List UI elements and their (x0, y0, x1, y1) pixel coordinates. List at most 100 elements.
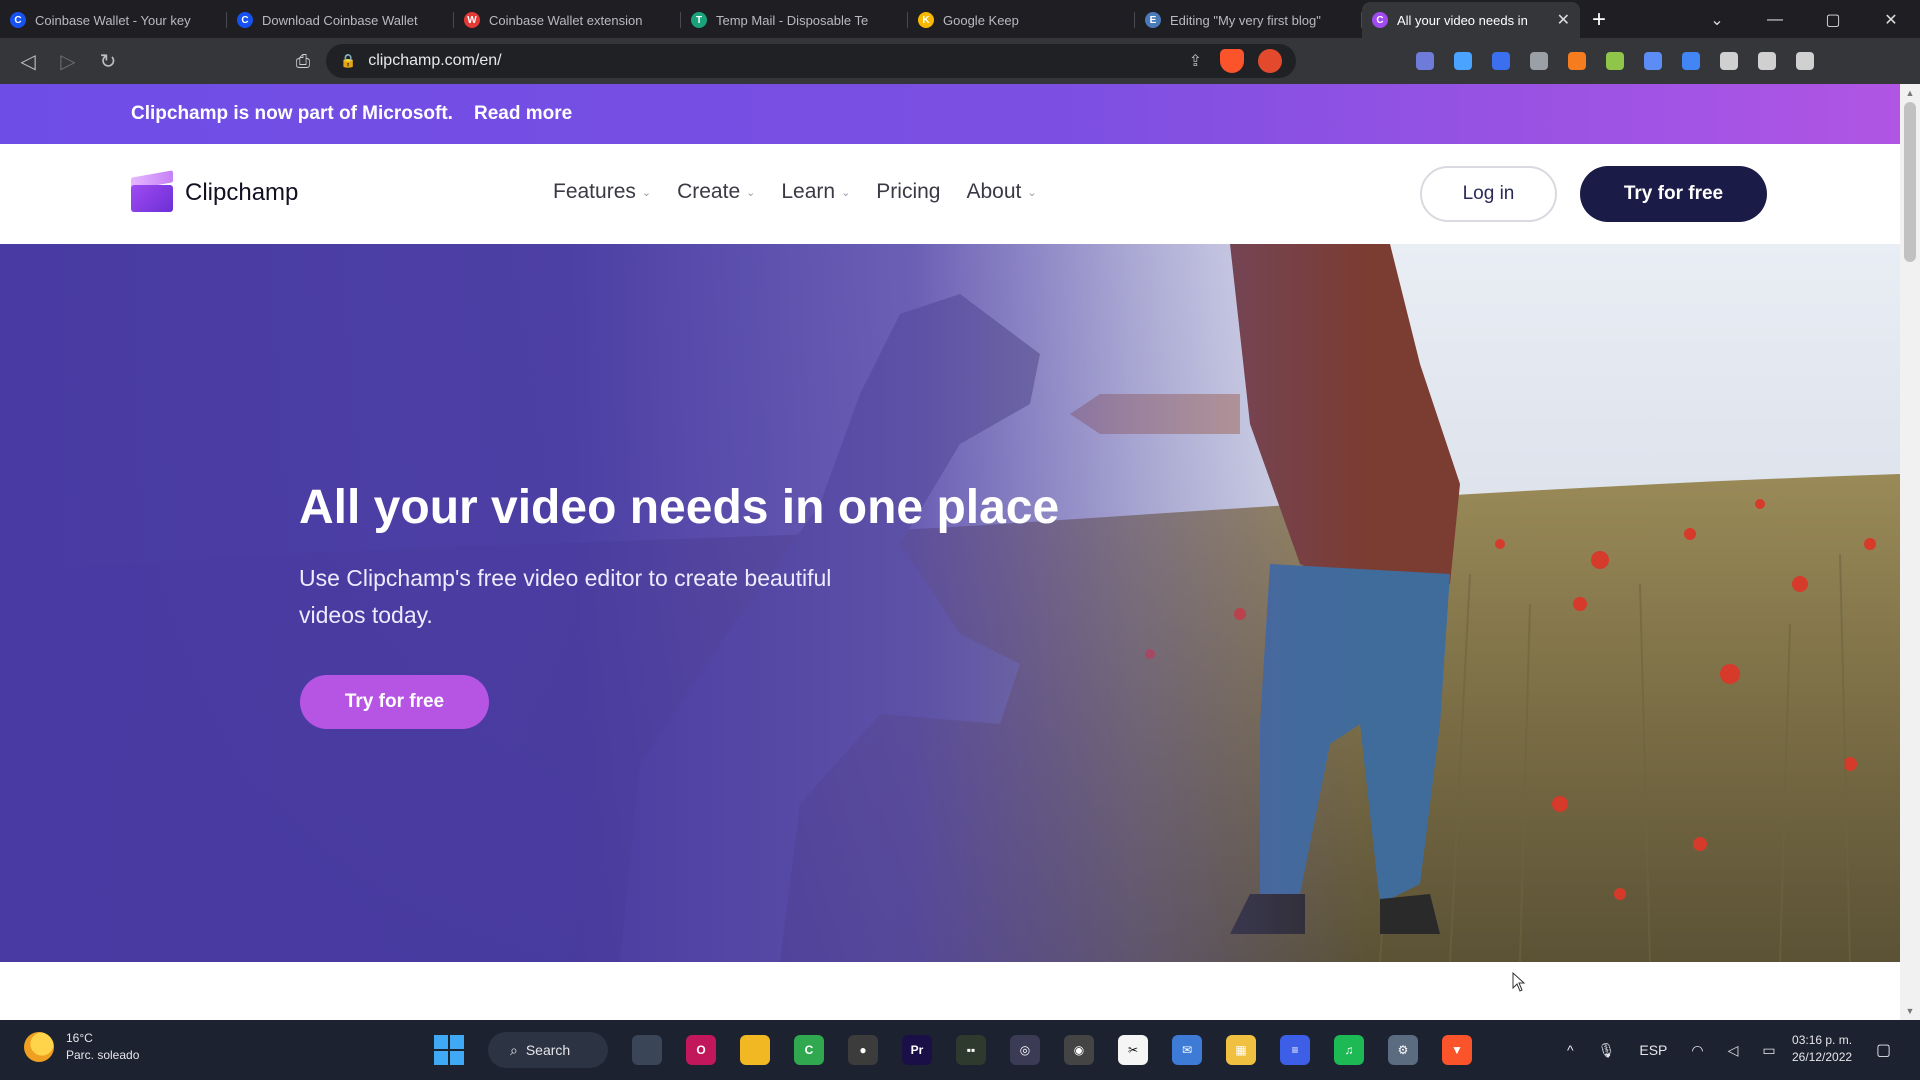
clapperboard-icon (131, 170, 173, 212)
battery-icon[interactable]: ▭ (1762, 1042, 1775, 1059)
maximize-icon[interactable]: ▢ (1804, 10, 1862, 30)
tab-title: Coinbase Wallet extension (489, 12, 643, 28)
premiere-icon[interactable]: Pr (902, 1035, 932, 1065)
clock-time: 03:16 p. m. (1792, 1033, 1853, 1047)
taskbar-apps: ⌕ Search O C ● Pr ▪▪ ◎ ◉ ✂ ✉ ▦ ≡ ♫ ⚙ ▼ (434, 1028, 1484, 1072)
file-explorer-icon[interactable] (632, 1035, 662, 1065)
back-icon[interactable]: ◁ (8, 41, 48, 81)
nav-item-create[interactable]: Create ⌄ (677, 180, 755, 204)
page-scrollbar[interactable]: ▲ ▼ (1900, 84, 1920, 1020)
address-bar[interactable]: 🔒 clipchamp.com/en/ ⇪ (326, 44, 1296, 78)
new-tab-button[interactable]: + (1580, 2, 1618, 38)
tab-title: All your video needs in (1397, 12, 1528, 28)
tab-favicon-icon: C (1372, 12, 1388, 28)
browser-tab[interactable]: C Download Coinbase Wallet (227, 2, 454, 38)
forward-icon[interactable]: ▷ (48, 41, 88, 81)
nav-item-about[interactable]: About ⌄ (966, 180, 1036, 204)
brave-icon[interactable]: ▼ (1442, 1035, 1472, 1065)
browser-tab-strip: C Coinbase Wallet - Your key C Download Coi… (0, 0, 1920, 38)
banner-read-more-link[interactable]: Read more (474, 103, 572, 125)
login-button[interactable]: Log in (1420, 166, 1557, 222)
mail-icon[interactable]: ✉ (1172, 1035, 1202, 1065)
taskbar-search-label: Search (525, 1042, 571, 1058)
weather-widget[interactable]: 16°C Parc. soleado (24, 1030, 139, 1064)
search-icon: ⌕ (510, 1041, 518, 1058)
tab-favicon-icon: C (237, 12, 253, 28)
extension-icon[interactable] (1796, 52, 1814, 70)
taskbar-search[interactable]: ⌕ Search (488, 1032, 608, 1068)
capcut-icon[interactable]: ✂ (1118, 1035, 1148, 1065)
scroll-up-arrow-icon[interactable]: ▲ (1900, 88, 1920, 98)
microphone-icon[interactable]: 🎙 (1598, 1042, 1616, 1059)
extension-icon[interactable] (1606, 52, 1624, 70)
extension-icon[interactable] (1530, 52, 1548, 70)
minimize-icon[interactable]: — (1746, 11, 1804, 29)
extension-icon[interactable] (1568, 52, 1586, 70)
terminal-icon[interactable]: ▪▪ (956, 1035, 986, 1065)
bookmark-icon[interactable]: ⎙ (288, 51, 318, 72)
url-text[interactable]: clipchamp.com/en/ (368, 52, 1188, 70)
site-header: Clipchamp Features ⌄ Create ⌄ Learn ⌄ Pricing A… (0, 144, 1900, 244)
extension-icon[interactable] (1682, 52, 1700, 70)
reload-icon[interactable]: ↻ (88, 41, 128, 81)
tab-search-icon[interactable]: ⌄ (1688, 10, 1746, 30)
nav-item-learn[interactable]: Learn ⌄ (781, 180, 850, 204)
browser-toolbar: ◁ ▷ ↻ ⎙ 🔒 clipchamp.com/en/ ⇪ (0, 38, 1920, 84)
nav-item-features[interactable]: Features ⌄ (553, 180, 651, 204)
chevron-down-icon: ⌄ (841, 186, 851, 199)
chrome-icon[interactable]: ◉ (1064, 1035, 1094, 1065)
hero-title: All your video needs in one place (299, 481, 1060, 534)
camtasia-icon[interactable]: C (794, 1035, 824, 1065)
tray-chevron-icon[interactable]: ^ (1567, 1042, 1574, 1058)
tab-title: Download Coinbase Wallet (262, 12, 418, 28)
brave-rewards-icon[interactable] (1258, 49, 1282, 73)
opera-icon[interactable]: O (686, 1035, 716, 1065)
extension-icon[interactable] (1644, 52, 1662, 70)
weather-sun-icon (24, 1032, 54, 1062)
folder-icon[interactable] (740, 1035, 770, 1065)
browser-tab[interactable]: E Editing "My very first blog" (1135, 2, 1362, 38)
close-window-icon[interactable]: ✕ (1862, 10, 1920, 30)
extension-icon[interactable] (1454, 52, 1472, 70)
brave-shields-icon[interactable] (1220, 49, 1244, 73)
extension-icon[interactable] (1720, 52, 1738, 70)
tab-favicon-icon: T (691, 12, 707, 28)
clipchamp-logo[interactable]: Clipchamp (131, 170, 298, 212)
hero-try-for-free-button[interactable]: Try for free (300, 675, 489, 729)
browser-tab-active[interactable]: C All your video needs in ✕ (1362, 2, 1580, 38)
clock-date: 26/12/2022 (1792, 1050, 1853, 1064)
browser-tab[interactable]: W Coinbase Wallet extension (454, 2, 681, 38)
volume-icon[interactable]: ◁ (1728, 1042, 1739, 1059)
store-icon[interactable]: ▦ (1226, 1035, 1256, 1065)
windows-taskbar: 16°C Parc. soleado ⌕ Search O C ● Pr ▪▪ ◎ ◉ ✂ ✉ ▦… (0, 1020, 1920, 1080)
scrollbar-thumb[interactable] (1904, 102, 1916, 262)
try-for-free-header-button[interactable]: Try for free (1580, 166, 1767, 222)
browser-tab[interactable]: T Temp Mail - Disposable Te (681, 2, 908, 38)
obs-icon[interactable]: ● (848, 1035, 878, 1065)
taskbar-clock[interactable]: 03:16 p. m. 26/12/2022 (1792, 1032, 1852, 1066)
notification-icon[interactable]: ▢ (1876, 1040, 1891, 1060)
system-tray: ^ 🎙 ESP ◠ ◁ ▭ (1555, 1020, 1788, 1080)
close-tab-icon[interactable]: ✕ (1557, 10, 1570, 30)
browser-tab[interactable]: K Google Keep (908, 2, 1135, 38)
share-icon[interactable]: ⇪ (1189, 51, 1202, 71)
browser-tab[interactable]: C Coinbase Wallet - Your key (0, 2, 227, 38)
nav-item-pricing[interactable]: Pricing (876, 180, 940, 204)
scroll-down-arrow-icon[interactable]: ▼ (1900, 1006, 1920, 1016)
wifi-icon[interactable]: ◠ (1691, 1042, 1703, 1059)
vscode-icon[interactable]: ≡ (1280, 1035, 1310, 1065)
settings-icon[interactable]: ⚙ (1388, 1035, 1418, 1065)
tab-title: Coinbase Wallet - Your key (35, 12, 191, 28)
extension-icon[interactable] (1492, 52, 1510, 70)
main-nav: Features ⌄ Create ⌄ Learn ⌄ Pricing About ⌄ (553, 180, 1063, 204)
windows-start-icon[interactable] (434, 1035, 464, 1065)
spotify-icon[interactable]: ♫ (1334, 1035, 1364, 1065)
extension-icon[interactable] (1416, 52, 1434, 70)
lock-icon: 🔒 (340, 53, 357, 68)
extension-icon[interactable] (1758, 52, 1776, 70)
tab-favicon-icon: E (1145, 12, 1161, 28)
nav-item-label: About (966, 180, 1022, 203)
chevron-down-icon: ⌄ (1027, 186, 1037, 199)
davinci-icon[interactable]: ◎ (1010, 1035, 1040, 1065)
language-indicator[interactable]: ESP (1639, 1042, 1667, 1058)
